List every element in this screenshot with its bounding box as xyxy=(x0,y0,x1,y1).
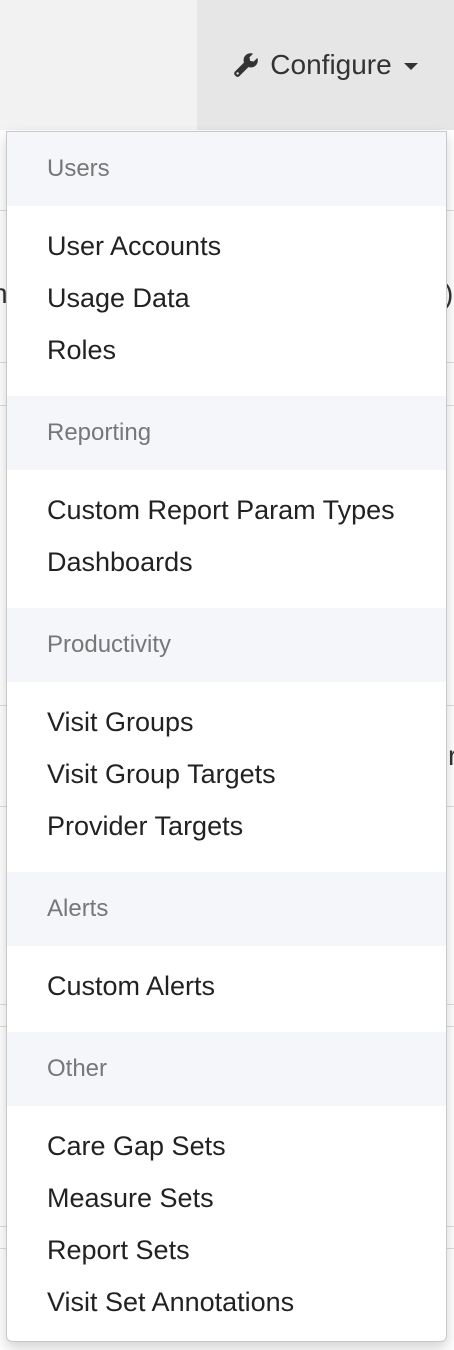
menu-item-usage-data[interactable]: Usage Data xyxy=(7,272,446,324)
section-header-users: Users xyxy=(7,132,446,206)
section-header-other: Other xyxy=(7,1032,446,1106)
background-text: r xyxy=(448,740,454,771)
configure-menu-button[interactable]: Configure xyxy=(197,0,454,130)
caret-down-icon xyxy=(403,62,418,70)
configure-dropdown-menu: Users User Accounts Usage Data Roles Rep… xyxy=(6,131,447,1342)
wrench-icon xyxy=(233,52,259,78)
section-productivity: Visit Groups Visit Group Targets Provide… xyxy=(7,682,446,872)
section-alerts: Custom Alerts xyxy=(7,946,446,1032)
top-navbar: Configure xyxy=(0,0,454,130)
menu-item-dashboards[interactable]: Dashboards xyxy=(7,536,446,588)
menu-item-visit-set-annotations[interactable]: Visit Set Annotations xyxy=(7,1276,446,1328)
section-header-reporting: Reporting xyxy=(7,396,446,470)
menu-item-report-sets[interactable]: Report Sets xyxy=(7,1224,446,1276)
configure-label: Configure xyxy=(270,49,392,80)
section-header-alerts: Alerts xyxy=(7,872,446,946)
section-header-productivity: Productivity xyxy=(7,608,446,682)
section-reporting: Custom Report Param Types Dashboards xyxy=(7,470,446,608)
menu-item-visit-groups[interactable]: Visit Groups xyxy=(7,696,446,748)
menu-item-visit-group-targets[interactable]: Visit Group Targets xyxy=(7,748,446,800)
menu-item-record-discrepancies[interactable]: Record Discrepancies xyxy=(7,1328,446,1342)
menu-item-roles[interactable]: Roles xyxy=(7,324,446,376)
section-users: User Accounts Usage Data Roles xyxy=(7,206,446,396)
menu-item-custom-alerts[interactable]: Custom Alerts xyxy=(7,960,446,1012)
menu-item-care-gap-sets[interactable]: Care Gap Sets xyxy=(7,1120,446,1172)
menu-item-measure-sets[interactable]: Measure Sets xyxy=(7,1172,446,1224)
menu-item-custom-report-param-types[interactable]: Custom Report Param Types xyxy=(7,484,446,536)
section-other: Care Gap Sets Measure Sets Report Sets V… xyxy=(7,1106,446,1342)
menu-item-provider-targets[interactable]: Provider Targets xyxy=(7,800,446,852)
menu-item-user-accounts[interactable]: User Accounts xyxy=(7,220,446,272)
